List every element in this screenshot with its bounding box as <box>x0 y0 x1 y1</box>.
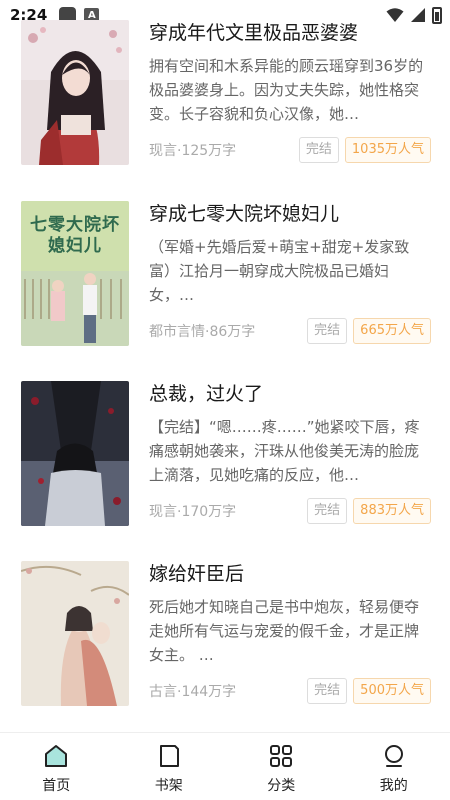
nav-label: 我的 <box>379 778 408 794</box>
nav-category[interactable]: 分类 <box>225 733 338 800</box>
bookshelf-icon <box>159 745 179 767</box>
popularity-badge: 500万人气 <box>353 677 431 704</box>
popularity-badge: 665万人气 <box>353 317 431 344</box>
book-description: 拥有空间和木系异能的顾云瑶穿到36岁的极品婆婆身上。因为丈夫失踪，她性格突变。长… <box>149 57 424 123</box>
book-list: 穿成年代文里极品恶婆婆 拥有空间和木系异能的顾云瑶穿到36岁的极品婆婆身上。因为… <box>0 0 450 732</box>
book-meta: 都市言情·86万字 <box>149 323 256 340</box>
popularity-badge: 1035万人气 <box>344 136 431 163</box>
book-cover[interactable]: 七零大院坏媳妇儿 <box>21 201 129 346</box>
cover-title: 七零大院坏媳妇儿 <box>30 215 120 256</box>
status-badge: 完结 <box>307 677 348 704</box>
status-badge: 完结 <box>307 497 348 524</box>
book-description: （军婚+先婚后爱+萌宝+甜宠+发家致富）江拾月一朝穿成大院极品已婚妇女，… <box>149 238 410 304</box>
book-cover[interactable] <box>21 561 129 706</box>
book-cover[interactable] <box>21 20 129 165</box>
home-icon <box>45 745 68 767</box>
book-item[interactable]: 七零大院坏媳妇儿 穿成七零大院坏媳妇儿 （军婚+先婚后爱+萌宝+甜宠+发家致富）… <box>21 201 431 346</box>
nav-bookshelf[interactable]: 书架 <box>113 733 226 800</box>
book-item[interactable]: 穿成年代文里极品恶婆婆 拥有空间和木系异能的顾云瑶穿到36岁的极品婆婆身上。因为… <box>21 20 431 165</box>
status-badge: 完结 <box>298 136 339 163</box>
nav-label: 首页 <box>42 778 71 794</box>
book-meta: 古言·144万字 <box>149 683 237 700</box>
bottom-nav: 首页 书架 分类 我的 <box>0 732 450 800</box>
nav-home[interactable]: 首页 <box>0 733 113 800</box>
book-title[interactable]: 穿成七零大院坏媳妇儿 <box>149 201 431 227</box>
book-item[interactable]: 总裁，过火了 【完结】“嗯……疼……”她紧咬下唇，疼痛感朝她袭来，汗珠从他俊美无… <box>21 381 431 526</box>
book-meta: 现言·170万字 <box>149 503 237 520</box>
book-title[interactable]: 穿成年代文里极品恶婆婆 <box>149 20 431 46</box>
book-title[interactable]: 总裁，过火了 <box>149 381 431 407</box>
book-meta: 现言·125万字 <box>149 142 237 159</box>
nav-label: 书架 <box>154 778 183 794</box>
book-description: 【完结】“嗯……疼……”她紧咬下唇，疼痛感朝她袭来，汗珠从他俊美无涛的脸庞上滴落… <box>149 418 420 484</box>
popularity-badge: 883万人气 <box>353 497 431 524</box>
category-grid-icon <box>270 745 293 767</box>
book-item[interactable]: 嫁给奸臣后 死后她才知晓自己是书中炮灰，轻易便夺走她所有气运与宠爱的假千金，才是… <box>21 561 431 706</box>
book-description: 死后她才知晓自己是书中炮灰，轻易便夺走她所有气运与宠爱的假千金，才是正牌女主。 … <box>149 598 420 664</box>
status-badge: 完结 <box>307 317 348 344</box>
profile-icon <box>384 745 403 767</box>
nav-label: 分类 <box>267 778 296 794</box>
book-title[interactable]: 嫁给奸臣后 <box>149 561 431 587</box>
nav-profile[interactable]: 我的 <box>338 733 450 800</box>
book-cover[interactable] <box>21 381 129 526</box>
